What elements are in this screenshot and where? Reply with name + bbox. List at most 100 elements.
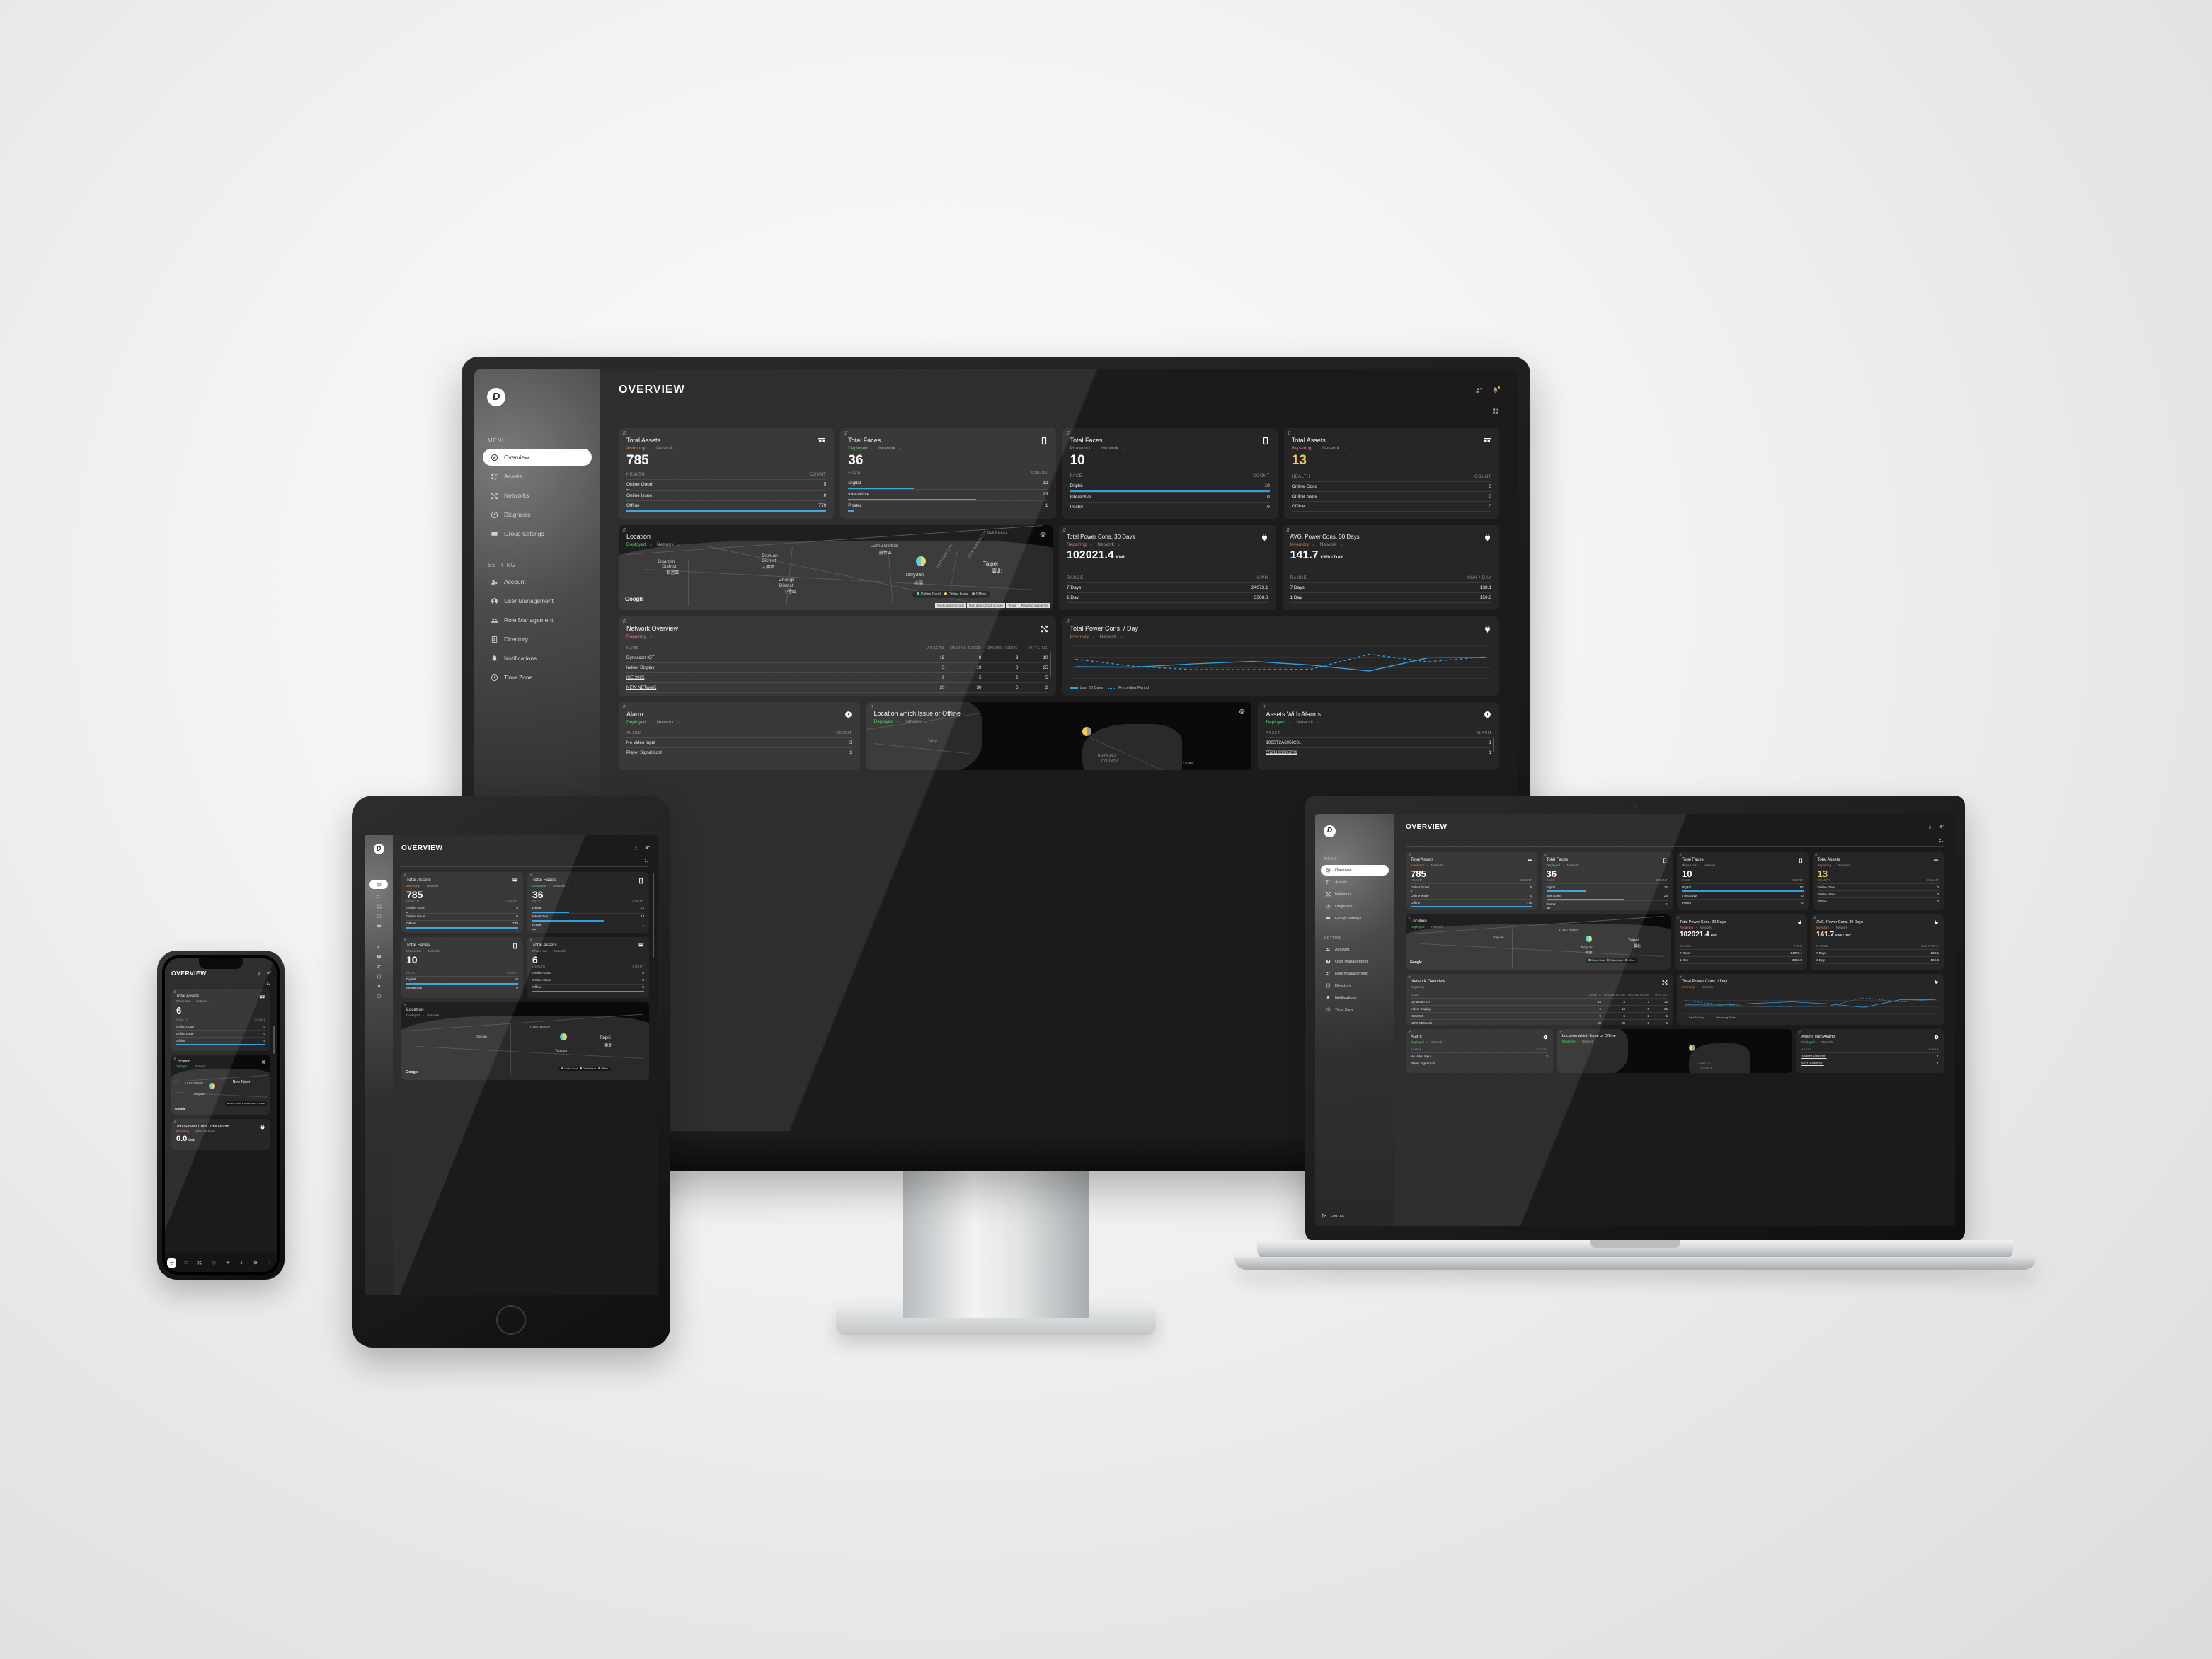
sidebar-item-time-zone[interactable]: Time Zone <box>483 669 592 686</box>
drag-handle-icon[interactable]: ⇵ <box>403 873 406 878</box>
chevron-down-icon[interactable]: ⌄ <box>1817 1040 1820 1044</box>
add-widget-icon[interactable] <box>266 981 270 985</box>
chevron-down-icon[interactable]: ⌄ <box>1117 541 1121 547</box>
status-filter[interactable]: Deployed <box>1547 863 1560 867</box>
status-filter[interactable]: Repairing <box>1292 446 1312 451</box>
scope-filter[interactable]: Network <box>428 949 440 953</box>
status-filter[interactable]: Repairing <box>1680 926 1693 929</box>
row-label[interactable]: 100ST2A6950201 <box>1801 1055 1826 1058</box>
row-name[interactable]: Indoor Display <box>1411 1007 1583 1011</box>
card-total-faces-deployed[interactable]: ⇵ Total Faces Deployed ⌄ Network ⌄ 36 FA… <box>840 428 1056 519</box>
status-filter[interactable]: Deployed <box>1266 720 1285 725</box>
scope-filter[interactable]: Network <box>1097 542 1114 547</box>
bell-icon[interactable] <box>1491 386 1500 394</box>
table-row[interactable]: Indoor Display 5 10 0 25 <box>1411 1006 1668 1012</box>
drag-handle-icon[interactable]: ⇵ <box>1679 975 1682 980</box>
chevron-down-icon[interactable]: ⌄ <box>1121 445 1125 451</box>
drag-handle-icon[interactable]: ⇵ <box>622 527 626 533</box>
card-total-assets-phaseout[interactable]: ⇵ Total Assets Phase out ⌄ Network ⌄ 6 HEAL… <box>171 989 270 1051</box>
sidebar-item-group-settings[interactable]: Group Settings <box>483 525 592 542</box>
drag-handle-icon[interactable]: ⇵ <box>870 704 874 710</box>
status-filter[interactable]: Repairing <box>1818 863 1832 867</box>
card-avg-power-30d[interactable]: ⇵ AVG. Power Cons. 30 Days Inventory ⌄ Net… <box>1811 914 1944 970</box>
card-assets-with-alarms[interactable]: ⇵ Assets With Alarms Deployed ⌄ Network ⌄ <box>1258 702 1499 770</box>
scope-filter[interactable]: Network <box>1296 720 1313 725</box>
status-filter[interactable]: Inventory <box>1411 863 1424 867</box>
chevron-down-icon[interactable]: ⌄ <box>896 718 900 724</box>
recenter-icon[interactable] <box>1040 532 1046 538</box>
scope-filter[interactable]: Network <box>1431 925 1443 929</box>
drag-handle-icon[interactable]: ⇵ <box>1408 854 1411 858</box>
card-total-faces-phaseout[interactable]: ⇵ Total Faces Phase out ⌄ Network ⌄ 10 F… <box>1062 428 1278 519</box>
table-row[interactable]: Indoor Display 5 10 0 25 <box>626 663 1048 672</box>
scope-filter[interactable]: Network <box>1320 542 1337 547</box>
chevron-down-icon[interactable]: ⌄ <box>1426 863 1429 867</box>
account-switch-icon[interactable] <box>634 846 639 851</box>
sidebar-item-networks[interactable]: Networks <box>1321 889 1389 900</box>
card-total-assets-inventory[interactable]: ⇵ Total Assets Inventory ⌄ Network 785 HEA… <box>1406 852 1537 910</box>
add-widget-icon[interactable] <box>1939 838 1944 843</box>
row-name[interactable]: Dynascan IOT <box>1411 1000 1583 1004</box>
drag-handle-icon[interactable]: ⇵ <box>1544 854 1547 858</box>
scope-filter[interactable]: Network <box>878 446 895 451</box>
row-label[interactable]: 100ST2A6950201 <box>1266 740 1301 745</box>
map-cluster-marker[interactable] <box>209 1082 216 1089</box>
chevron-down-icon[interactable]: ⌄ <box>422 1013 425 1017</box>
card-total-assets-inventory[interactable]: ⇵ Total Assets Inventory ⌄ Network ⌄ 785 HE… <box>401 872 523 933</box>
card-location-issue-or-offline[interactable]: ⇵ Location which Issue or Offline Deploy… <box>866 702 1252 770</box>
chevron-down-icon[interactable]: ⌄ <box>1091 633 1095 639</box>
sidebar-item-notifications[interactable]: Notifications <box>1321 992 1389 1003</box>
scope-filter[interactable]: Network <box>1431 1040 1442 1044</box>
status-filter[interactable]: Phase out <box>1070 446 1091 451</box>
scope-filter[interactable]: Network <box>1582 1040 1593 1043</box>
logout-button[interactable]: Log out <box>1321 1212 1389 1219</box>
tablet-home-button[interactable] <box>496 1305 526 1335</box>
chevron-down-icon[interactable]: ⌄ <box>549 948 552 953</box>
card-power-per-day[interactable]: ⇵ Total Power Cons. / Day Inventory ⌄ Net… <box>1062 616 1499 696</box>
status-filter[interactable]: Inventory <box>406 884 420 888</box>
status-filter[interactable]: Repairing <box>626 634 646 639</box>
drag-handle-icon[interactable]: ⇵ <box>622 430 626 436</box>
bell-icon[interactable] <box>1939 825 1944 830</box>
chevron-down-icon[interactable]: ⌄ <box>648 445 652 451</box>
sidebar-item-assets[interactable]: Assets <box>1321 877 1389 888</box>
scope-filter[interactable]: Network <box>1431 863 1443 867</box>
table-row[interactable]: ISE 2025 9 5 2 5 <box>1411 1013 1668 1019</box>
card-total-assets-inventory[interactable]: ⇵ Total Assets Inventory ⌄ Network ⌄ 785… <box>619 428 835 519</box>
chevron-down-icon[interactable]: ⌄ <box>422 883 425 888</box>
scope-filter[interactable]: Network <box>904 719 921 724</box>
chevron-down-icon[interactable]: ⌄ <box>1316 719 1319 725</box>
table-row[interactable]: ISE 2025 9 5 2 5 <box>626 673 1048 682</box>
sidebar-item-overview[interactable]: Overview <box>1321 865 1389 876</box>
map-cluster-marker[interactable] <box>1082 726 1091 736</box>
more-icon[interactable] <box>265 1258 275 1268</box>
table-row[interactable]: 100ST2A6950201 1 <box>1266 738 1491 747</box>
chevron-down-icon[interactable]: ⌄ <box>442 948 445 953</box>
status-filter[interactable]: Deployed <box>626 720 646 725</box>
card-total-faces-phaseout[interactable]: ⇵ Total Faces Phase out ⌄ Network ⌄ 10 FACE… <box>401 937 523 998</box>
chevron-down-icon[interactable]: ⌄ <box>924 718 927 724</box>
drag-handle-icon[interactable]: ⇵ <box>1288 430 1292 436</box>
attr-item[interactable]: Keyboard shortcuts <box>935 603 967 608</box>
scope-filter[interactable]: Network <box>1704 863 1716 867</box>
map-cluster-marker[interactable] <box>560 1033 567 1040</box>
drag-handle-icon[interactable]: ⇵ <box>1066 430 1070 436</box>
chevron-down-icon[interactable]: ⌄ <box>1562 863 1565 867</box>
chevron-down-icon[interactable]: ⌄ <box>548 883 551 888</box>
account-switch-icon[interactable] <box>258 971 262 975</box>
recenter-icon[interactable] <box>261 1060 266 1064</box>
scope-filter[interactable]: Network <box>1821 1040 1833 1044</box>
drag-handle-icon[interactable]: ⇵ <box>403 938 406 943</box>
chevron-down-icon[interactable]: ⌄ <box>1120 633 1123 639</box>
drag-handle-icon[interactable]: ⇵ <box>1286 527 1290 533</box>
drag-handle-icon[interactable]: ⇵ <box>1408 1031 1411 1035</box>
card-total-faces-deployed[interactable]: ⇵ Total Faces Deployed ⌄ Network 36 FACE CO… <box>1541 852 1673 910</box>
drag-handle-icon[interactable]: ⇵ <box>622 619 626 624</box>
chevron-down-icon[interactable]: ⌄ <box>190 1064 193 1068</box>
scope-filter[interactable]: Network <box>657 720 674 725</box>
chevron-down-icon[interactable]: ⌄ <box>1831 925 1834 929</box>
time-zone-icon[interactable] <box>377 994 382 999</box>
chevron-down-icon[interactable]: ⌄ <box>1342 445 1346 451</box>
chevron-down-icon[interactable]: ⌄ <box>567 883 570 888</box>
status-filter[interactable]: Deployed <box>1801 1040 1815 1044</box>
